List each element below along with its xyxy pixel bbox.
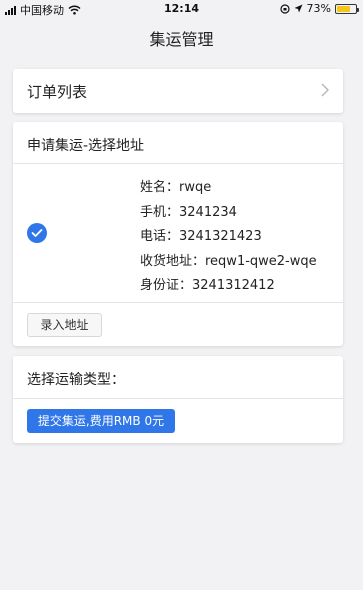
divider [13,163,343,164]
address-card: 申请集运-选择地址 姓名：rwqe 手机：3241234 电话：32413214… [13,122,343,346]
status-bar: 中国移动 12:14 73% [0,0,363,17]
divider [13,302,343,303]
address-mobile: 手机：3241234 [140,204,237,220]
shipping-card: 选择运输类型： 提交集运,费用RMB 0元 [13,356,343,443]
battery-fill [337,5,351,12]
status-right: 73% [279,2,359,15]
address-phone: 电话：3241321423 [140,229,262,244]
order-list-row[interactable]: 订单列表 [13,69,343,113]
orientation-lock-icon [279,3,290,14]
enter-address-button[interactable]: 录入地址 [27,313,102,337]
battery-percent: 73% [306,2,331,15]
page-title: 集运管理 [149,30,214,49]
address-section-title: 申请集运-选择地址 [27,138,145,154]
order-list-label: 订单列表 [27,83,88,101]
battery-icon [335,3,359,14]
address-street: 收货地址：reqw1-qwe2-wqe [140,253,317,269]
location-icon [294,4,303,13]
address-details[interactable]: 姓名：rwqe 手机：3241234 电话：3241321423 收货地址：re… [140,176,317,299]
submit-consolidation-button[interactable]: 提交集运,费用RMB 0元 [27,409,175,433]
address-id-number: 身份证：3241312412 [140,278,275,293]
checkmark-icon[interactable] [27,223,47,243]
shipping-type-label[interactable]: 选择运输类型： [27,369,125,389]
divider [13,398,343,399]
address-name: 姓名：rwqe [140,180,212,195]
chevron-right-icon [321,83,329,97]
